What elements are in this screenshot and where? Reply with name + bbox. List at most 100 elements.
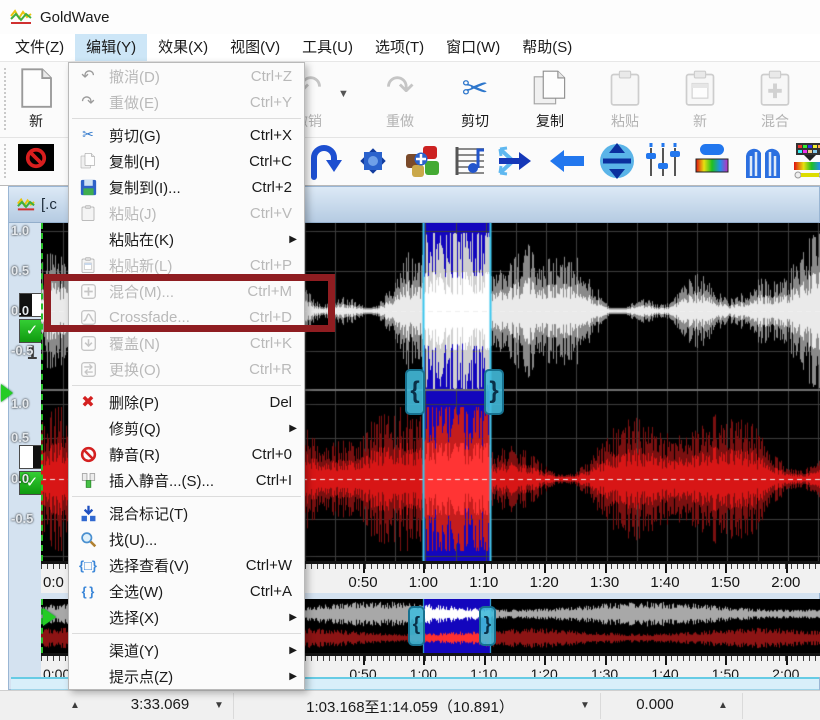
menubar-item[interactable]: 文件(Z) [4, 34, 75, 61]
menu-item[interactable]: 选择(X)▶ [69, 604, 304, 630]
menu-item[interactable]: {□}选择查看(V)Ctrl+W [69, 552, 304, 578]
menu-item[interactable]: ✂剪切(G)Ctrl+X [69, 122, 304, 148]
redo-icon: ↷ [372, 66, 428, 110]
menu-item[interactable]: 提示点(Z)▶ [69, 663, 304, 689]
menubar-item[interactable]: 编辑(Y) [75, 34, 147, 61]
paste-new-icon [74, 257, 102, 273]
menubar-item[interactable]: 窗口(W) [435, 34, 511, 61]
effect-icon-swap-arrows[interactable] [493, 141, 533, 181]
menubar-item[interactable]: 工具(U) [291, 34, 364, 61]
copy-icon [74, 153, 102, 169]
menu-item[interactable]: 找(U)... [69, 526, 304, 552]
selection-end-handle[interactable]: } [484, 369, 504, 415]
edit-position-marker [1, 384, 13, 402]
effect-icon-spectrum[interactable] [692, 141, 732, 181]
selection-range-value[interactable]: 1:03.168至1:14.059（10.891） [245, 696, 575, 717]
menu-item[interactable]: 更换(O)Ctrl+R [69, 356, 304, 382]
effect-icon-equalizer[interactable] [643, 141, 683, 181]
axis-tick [544, 564, 546, 573]
menu-item[interactable]: ✖删除(P)Del [69, 389, 304, 415]
amplitude-label: -0.5 [11, 510, 39, 528]
app-title: GoldWave [40, 9, 109, 26]
menu-item[interactable]: 粘贴(J)Ctrl+V [69, 200, 304, 226]
menu-item[interactable]: ↶撤消(D)Ctrl+Z [69, 63, 304, 89]
effect-icon-score[interactable] [450, 141, 490, 181]
submenu-arrow-icon: ▶ [289, 671, 297, 682]
axis-tick [605, 656, 607, 665]
menu-item[interactable]: 静音(R)Ctrl+0 [69, 441, 304, 467]
toolbar-grip[interactable] [4, 144, 6, 178]
toolbar-button-new[interactable]: 新 [8, 66, 64, 131]
submenu-arrow-icon: ▶ [289, 423, 297, 434]
selection-spin-down[interactable]: ▼ [580, 700, 590, 711]
menu-item[interactable]: 修剪(Q)▶ [69, 415, 304, 441]
toolbar-button-cut[interactable]: ✂剪切 [447, 66, 503, 131]
selection-start-handle[interactable]: { [405, 369, 425, 415]
playback-start-line [41, 223, 43, 561]
record-blocked-indicator [18, 144, 54, 171]
menu-item[interactable]: 混合标记(T) [69, 500, 304, 526]
toolbar-button-paste-mix[interactable]: 混合 [747, 66, 803, 131]
undo-dropdown-caret[interactable]: ▼ [338, 88, 349, 100]
effect-icon-left-arrow[interactable] [547, 141, 587, 181]
amplitude-label: 1.0 [11, 222, 39, 240]
amplitude-label: 0.5 [11, 262, 39, 280]
play-position-marker[interactable] [43, 608, 56, 626]
effect-icon-u-turn[interactable] [305, 141, 345, 181]
undo-icon: ↶ [74, 66, 102, 86]
redo-icon: ↷ [74, 92, 102, 112]
length-spin-down[interactable]: ▼ [214, 700, 224, 711]
axis-tick [725, 656, 727, 665]
toolbar-grip[interactable] [4, 68, 6, 130]
effect-icon-filter[interactable] [790, 141, 820, 181]
mute-icon [74, 446, 102, 463]
axis-label: 1:20 [516, 574, 572, 591]
menu-item[interactable]: 复制(H)Ctrl+C [69, 148, 304, 174]
menu-item[interactable]: 覆盖(N)Ctrl+K [69, 330, 304, 356]
toolbar-button-paste-new[interactable]: 新 [672, 66, 728, 131]
overview-selection-start-handle[interactable]: { [408, 606, 425, 646]
delete-icon: ✖ [74, 392, 102, 412]
menu-item[interactable]: 渠道(Y)▶ [69, 637, 304, 663]
axis-label: 1:40 [637, 574, 693, 591]
axis-label: 1:10 [456, 574, 512, 591]
effect-icon-gate[interactable] [743, 141, 783, 181]
effect-icon-compass[interactable] [353, 141, 393, 181]
axis-tick [786, 656, 788, 665]
status-bar: ▲ 3:33.069 ▼ 1:03.168至1:14.059（10.891） ▼… [0, 690, 820, 720]
toolbar-button-label: 新 [8, 111, 64, 131]
menubar-item[interactable]: 帮助(S) [511, 34, 583, 61]
toolbar-button-paste[interactable]: 粘贴 [597, 66, 653, 131]
total-length-value[interactable]: 3:33.069 [105, 696, 215, 713]
balance-value[interactable]: 0.000 [615, 696, 695, 713]
menubar-item[interactable]: 视图(V) [219, 34, 291, 61]
goldwave-logo-icon [10, 9, 32, 25]
menu-item[interactable]: 粘贴在(K)▶ [69, 226, 304, 252]
submenu-arrow-icon: ▶ [289, 645, 297, 656]
edit-menu-dropdown: ↶撤消(D)Ctrl+Z↷重做(E)Ctrl+Y ✂剪切(G)Ctrl+X复制(H… [68, 62, 305, 690]
menu-item[interactable]: { }全选(W)Ctrl+A [69, 578, 304, 604]
menubar-item[interactable]: 选项(T) [364, 34, 435, 61]
menu-item[interactable]: ↷重做(E)Ctrl+Y [69, 89, 304, 115]
select-all-icon: { } [74, 584, 102, 599]
axis-tick [665, 656, 667, 665]
menubar-item[interactable]: 效果(X) [147, 34, 219, 61]
axis-tick [605, 564, 607, 573]
balance-spin-up[interactable]: ▲ [718, 700, 728, 711]
mix-marker-icon [74, 505, 102, 522]
menu-item[interactable]: 插入静音...(S)...Ctrl+I [69, 467, 304, 493]
toolbar-button-redo[interactable]: ↷重做 [372, 66, 428, 131]
overview-selection-end-handle[interactable]: } [479, 606, 496, 646]
paste-icon [597, 66, 653, 110]
axis-tick [725, 564, 727, 573]
menu-item[interactable]: 复制到(I)...Ctrl+2 [69, 174, 304, 200]
length-spin-up[interactable]: ▲ [70, 700, 80, 711]
submenu-arrow-icon: ▶ [289, 234, 297, 245]
toolbar-button-copy[interactable]: 复制 [522, 66, 578, 131]
submenu-arrow-icon: ▶ [289, 612, 297, 623]
paste-mix-icon [747, 66, 803, 110]
effect-icon-expand[interactable] [597, 141, 637, 181]
effect-icon-mechanize[interactable] [403, 141, 443, 181]
title-bar: GoldWave [0, 0, 820, 34]
document-title: [.c [41, 196, 57, 213]
